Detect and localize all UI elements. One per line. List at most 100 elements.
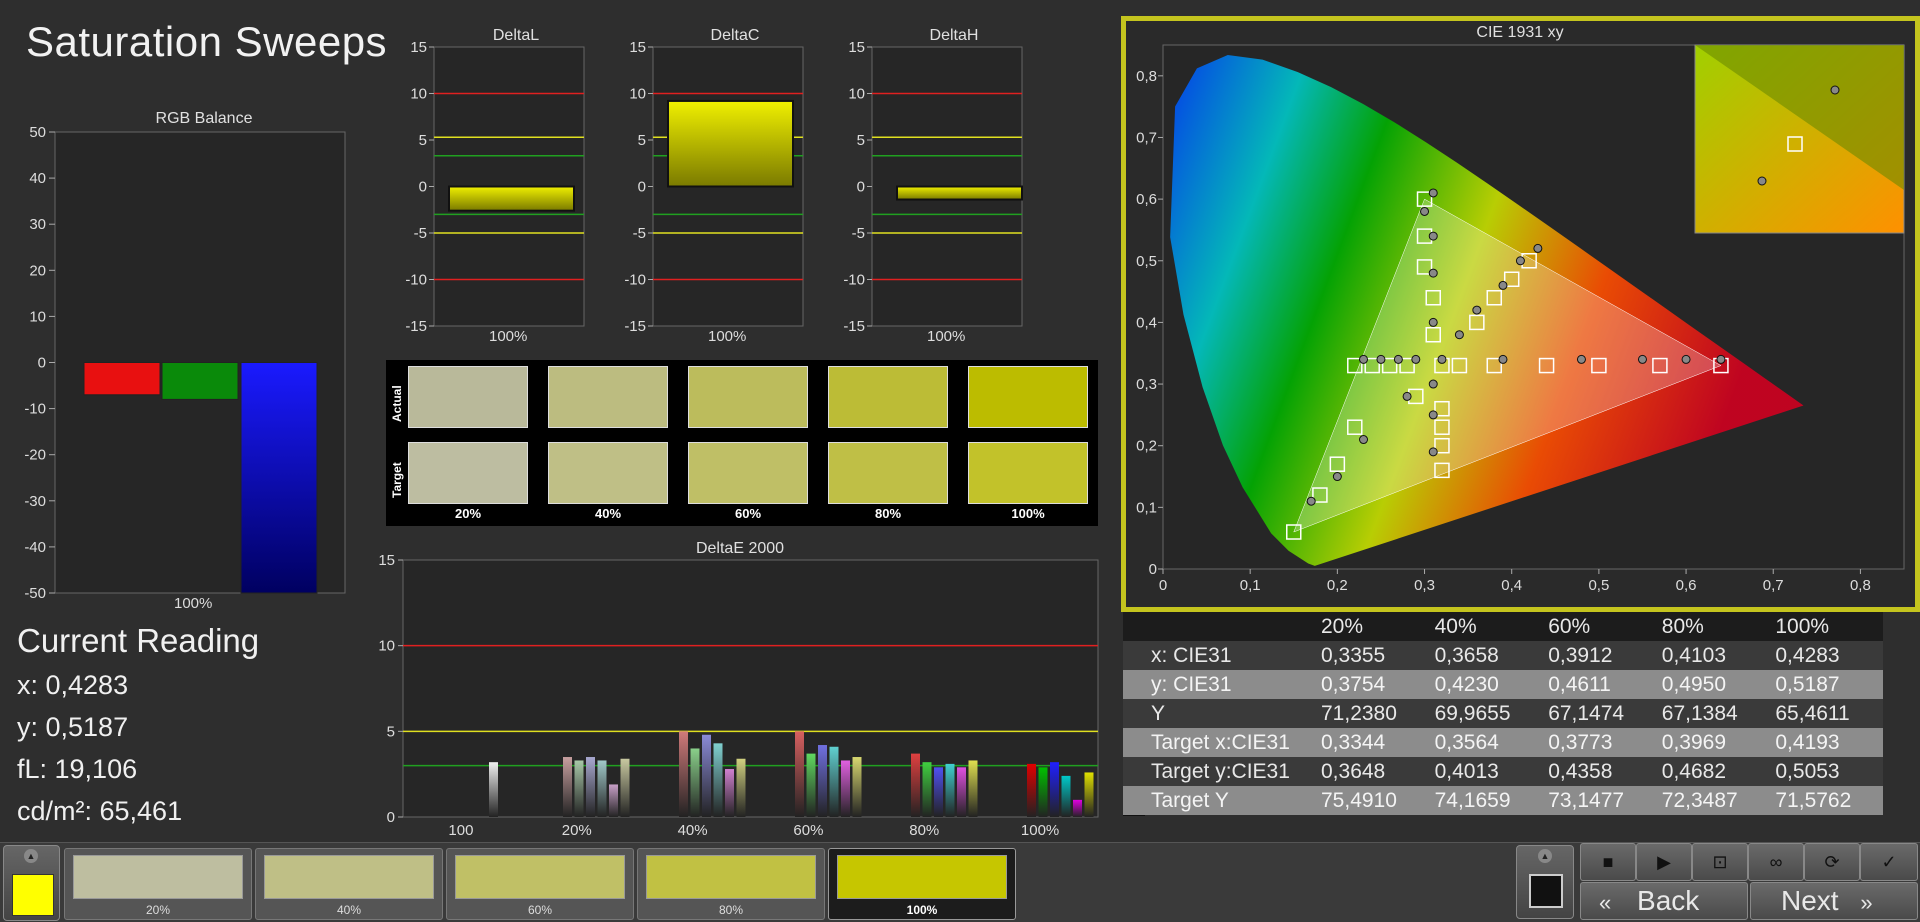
refresh-button[interactable]: ⟳ <box>1804 843 1860 881</box>
deltae-bar <box>795 731 804 817</box>
thumb-swatch <box>73 855 243 899</box>
frame-button[interactable]: ⊡ <box>1692 843 1748 881</box>
deltae-bar <box>922 762 932 817</box>
color-picker-button[interactable]: ▲ <box>3 845 60 921</box>
thumb-swatch <box>646 855 816 899</box>
delta-chart-deltac: 15 10 5 0 -5 -10 -15 100% <box>624 40 804 345</box>
y-tick-label: 0,3 <box>1136 376 1157 393</box>
y-tick-label: 0,2 <box>1136 438 1157 455</box>
x-tick-label: 0,2 <box>1327 577 1348 594</box>
deltae-bar <box>574 760 584 817</box>
actual-marker <box>1533 243 1543 253</box>
deltae-bar <box>1038 767 1048 817</box>
table-cell: 0,5187 <box>1775 672 1840 696</box>
deltae-bar <box>829 746 839 817</box>
deltae-bar <box>713 743 723 817</box>
chevron-up-icon[interactable]: ▲ <box>24 849 38 863</box>
stop-button[interactable]: ■ <box>1580 843 1636 881</box>
deltae-bar <box>957 767 966 817</box>
reading-x: x: 0,4283 <box>17 670 129 700</box>
table-header-cell: 20% <box>1321 614 1364 638</box>
deltae-bar <box>690 748 700 817</box>
table-row: Target x:CIE31 0,3344 0,3564 0,3773 0,3969 0,… <box>1123 728 1883 757</box>
y-tick-label: -40 <box>24 539 46 556</box>
y-tick-label: 10 <box>848 86 865 103</box>
target-swatch <box>408 442 528 504</box>
table-cell: 0,3969 <box>1661 730 1727 754</box>
row-label: x: CIE31 <box>1151 643 1232 667</box>
y-tick-label: 5 <box>638 132 646 149</box>
y-tick-label: 0,1 <box>1136 499 1157 516</box>
table-cell: 0,3355 <box>1321 643 1386 667</box>
reading-fl: fL: 19,106 <box>17 754 138 784</box>
swatch-label: 40% <box>594 506 622 521</box>
y-tick-label: -50 <box>24 585 46 602</box>
actual-marker <box>1637 354 1647 364</box>
deltae-bar <box>736 758 746 817</box>
y-tick-label: 0,5 <box>1136 253 1157 270</box>
group-label: 60% <box>793 822 823 839</box>
record-toggle[interactable]: ▲ <box>1516 845 1574 919</box>
y-tick-label: -15 <box>843 318 865 335</box>
table-cell: 0,4611 <box>1548 672 1611 696</box>
row-label: Target y:CIE31 <box>1151 759 1290 783</box>
x-label: 100% <box>708 328 746 345</box>
swatch-label: 100% <box>1011 506 1045 521</box>
actual-marker <box>1332 472 1342 482</box>
thumb-label: 20% <box>145 903 171 917</box>
row-label: Target x:CIE31 <box>1151 730 1290 754</box>
actual-marker <box>1681 354 1691 364</box>
actual-marker <box>1428 447 1438 457</box>
table-cell: 0,5053 <box>1775 759 1840 783</box>
table-cell: 0,3658 <box>1434 643 1499 667</box>
table-cell: 65,4611 <box>1775 701 1850 725</box>
back-button[interactable]: « Back <box>1580 882 1748 920</box>
deltae-bar <box>609 784 618 817</box>
table-cell: 67,1474 <box>1548 701 1625 725</box>
double-chevron-left-icon: « <box>1599 890 1612 915</box>
actual-marker <box>1411 354 1421 364</box>
actual-marker <box>1428 410 1438 420</box>
rgb-balance-chart: 50 40 30 20 10 0 -10 -20 -30 -40 -50 100% <box>24 125 346 612</box>
y-tick-label: 50 <box>29 125 46 141</box>
sweep-step-thumb[interactable]: 100% <box>828 848 1016 920</box>
table-cell: 0,3564 <box>1434 730 1499 754</box>
inset-actual-marker <box>1830 85 1840 95</box>
y-tick-label: 5 <box>387 723 395 740</box>
sweep-step-thumb[interactable]: 20% <box>64 848 252 920</box>
table-row: Target Y 75,4910 74,1659 73,1477 72,3487 71,5… <box>1123 786 1883 815</box>
target-swatch <box>688 442 808 504</box>
sweep-step-thumb[interactable]: 40% <box>255 848 443 920</box>
deltae-bar <box>1027 763 1036 817</box>
actual-marker <box>1498 354 1508 364</box>
play-button[interactable]: ▶ <box>1636 843 1692 881</box>
y-tick-label: -10 <box>24 401 46 418</box>
table-cell: 74,1659 <box>1434 788 1511 812</box>
table-row: x: CIE31 0,3355 0,3658 0,3912 0,4103 0,4283 <box>1123 641 1883 670</box>
deltae-bar <box>1050 762 1059 817</box>
bar-red <box>83 362 161 396</box>
deltae-bar <box>818 745 827 817</box>
thumb-swatch <box>264 855 434 899</box>
swatch-label: 60% <box>734 506 762 521</box>
current-color-swatch <box>12 874 54 916</box>
deltae-bar <box>806 753 816 817</box>
sweep-step-thumb[interactable]: 80% <box>637 848 825 920</box>
loop-button[interactable]: ∞ <box>1748 843 1804 881</box>
chevron-up-icon[interactable]: ▲ <box>1538 849 1552 863</box>
check-button[interactable]: ✓ <box>1860 843 1918 881</box>
y-tick-label: 0 <box>38 355 46 372</box>
measurement-table: 20% 40% 60% 80% 100% x: CIE31 0,3355 0,3658 0,39… <box>1123 612 1883 815</box>
y-tick-label: -5 <box>633 225 646 242</box>
deltae-bar <box>934 767 943 817</box>
delta-chart-deltah: 15 10 5 0 -5 -10 -15 100% <box>843 40 1023 345</box>
next-button[interactable]: Next » <box>1750 882 1918 920</box>
actual-marker <box>1437 354 1447 364</box>
actual-row-label: Actual <box>390 385 404 422</box>
actual-swatch <box>548 366 668 428</box>
y-tick-label: 20 <box>29 262 46 279</box>
thumb-label: 80% <box>718 903 744 917</box>
actual-marker <box>1515 256 1525 266</box>
sweep-step-thumb[interactable]: 60% <box>446 848 634 920</box>
target-row-label: Target <box>390 462 404 498</box>
